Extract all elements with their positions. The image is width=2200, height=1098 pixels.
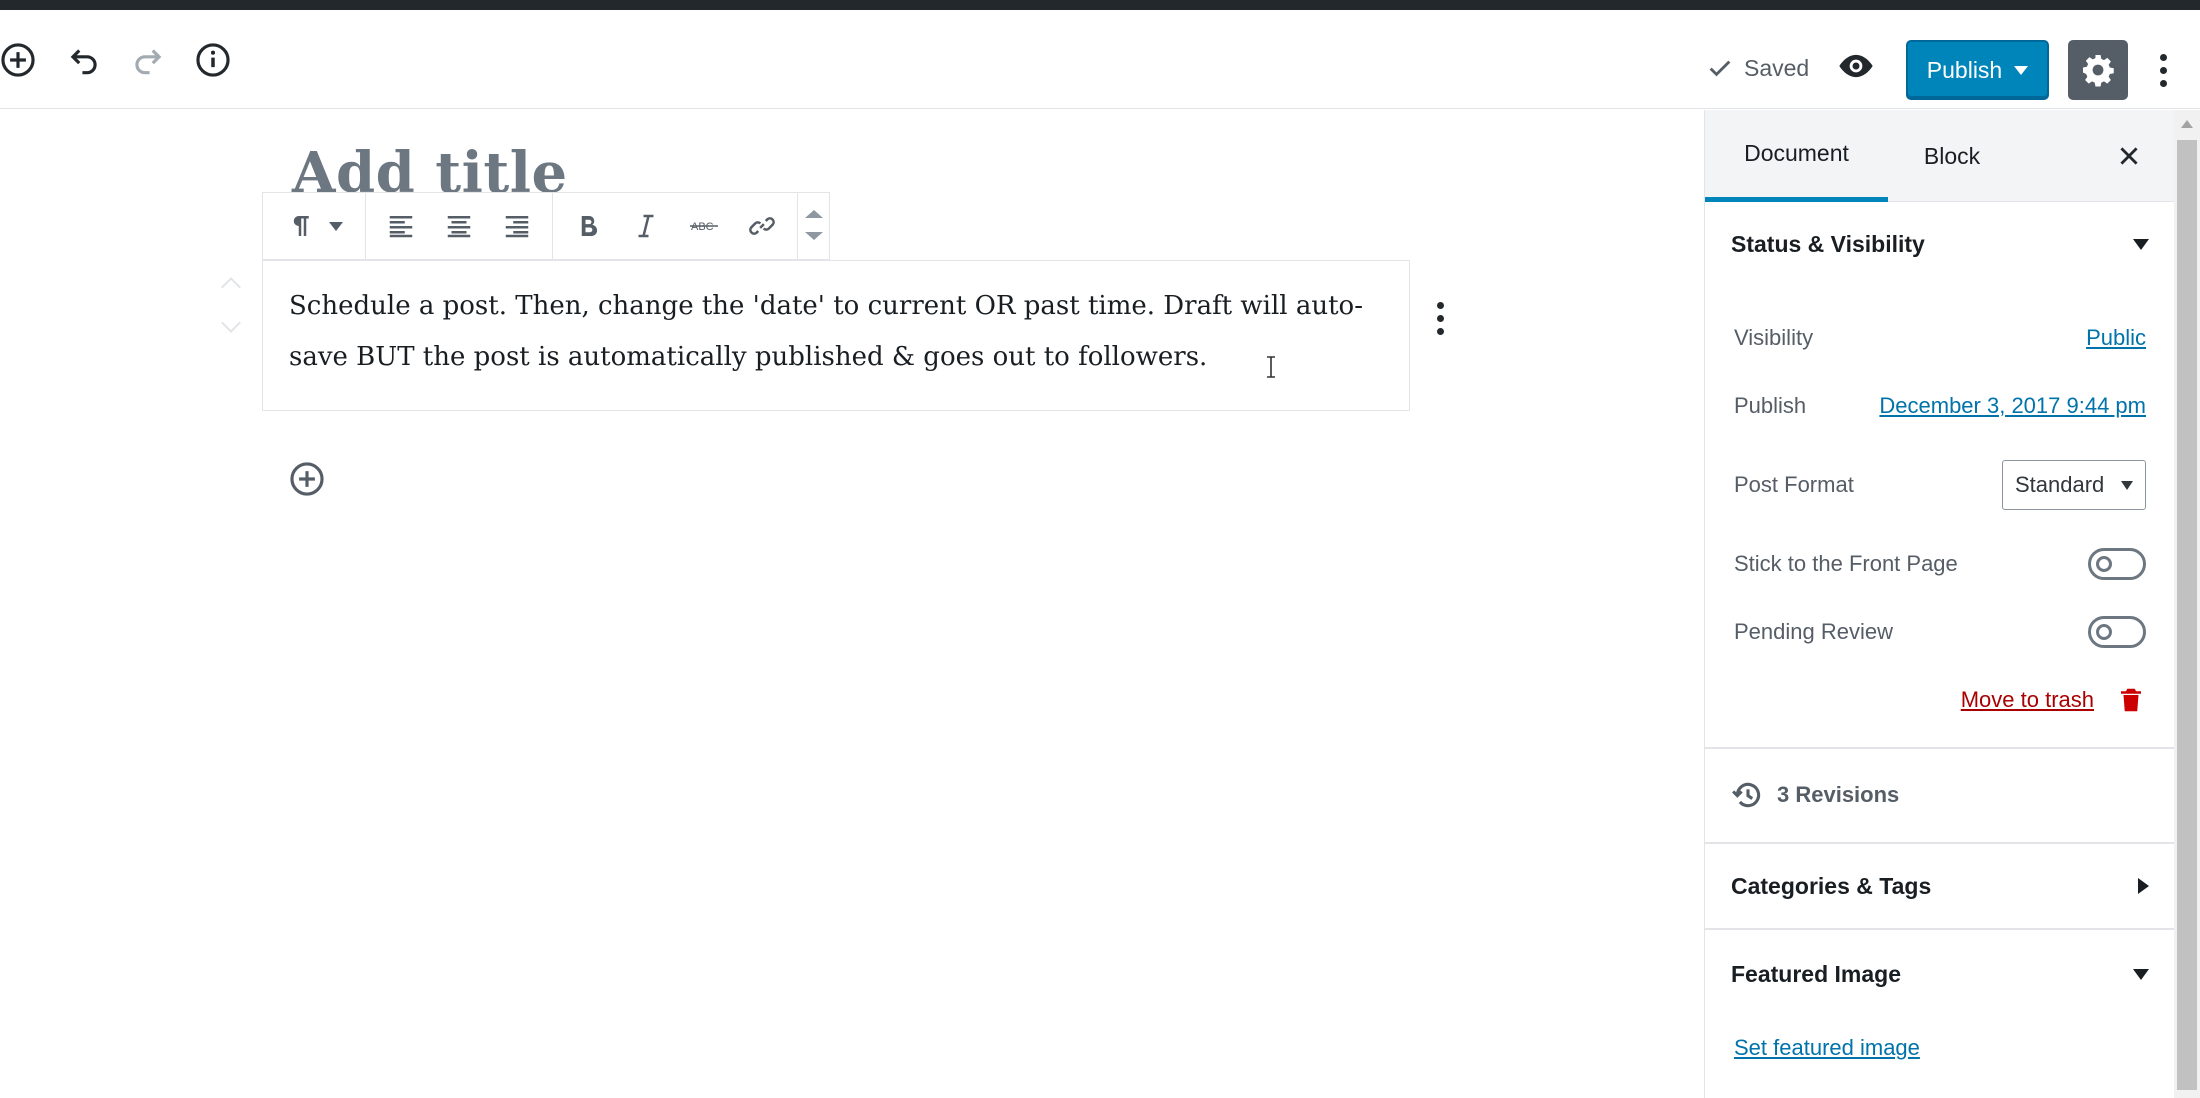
- post-format-label: Post Format: [1734, 472, 1854, 497]
- panel-title: Categories & Tags: [1731, 872, 1932, 899]
- stick-front-row: Stick to the Front Page: [1734, 540, 2146, 588]
- divider: [1705, 928, 2175, 930]
- divider: [1705, 747, 2175, 749]
- publish-date-row: Publish December 3, 2017 9:44 pm: [1734, 382, 2146, 430]
- check-icon: [1709, 60, 1731, 77]
- pending-review-toggle[interactable]: [2088, 616, 2146, 648]
- stick-front-label: Stick to the Front Page: [1734, 551, 1958, 576]
- add-block-icon[interactable]: [0, 36, 42, 84]
- move-up-icon[interactable]: [804, 210, 823, 218]
- triangle-down-icon: [2133, 968, 2149, 980]
- history-icon: [1732, 782, 1761, 808]
- publish-label: Publish: [1734, 393, 1807, 418]
- paragraph-block[interactable]: Schedule a post. Then, change the 'date'…: [262, 260, 1410, 411]
- chevron-up-icon[interactable]: [221, 277, 241, 297]
- block-type-switcher[interactable]: [269, 197, 359, 255]
- align-center-button[interactable]: [430, 197, 488, 255]
- close-icon: [2120, 147, 2138, 165]
- post-format-row: Post Format Standard: [1734, 460, 2146, 510]
- sidebar-tabs: Document Block: [1705, 110, 2175, 202]
- gear-icon: [2083, 55, 2114, 87]
- publish-date-link[interactable]: December 3, 2017 9:44 pm: [1879, 393, 2146, 419]
- categories-tags-panel-toggle[interactable]: Categories & Tags: [1705, 844, 2175, 928]
- paragraph-icon: [293, 216, 309, 236]
- set-featured-image-link[interactable]: Set featured image: [1734, 1035, 1920, 1061]
- block-toolbar: ABC: [262, 192, 830, 260]
- post-format-select[interactable]: Standard: [2002, 460, 2146, 510]
- link-button[interactable]: [733, 197, 791, 255]
- italic-button[interactable]: [617, 197, 675, 255]
- revisions-label: 3 Revisions: [1777, 782, 1900, 807]
- caret-down-icon: [2014, 65, 2029, 75]
- panel-title: Featured Image: [1731, 960, 1901, 987]
- info-icon[interactable]: [189, 36, 237, 84]
- align-center-icon: [447, 216, 471, 238]
- block-mover: [798, 193, 829, 257]
- editor-header: Saved Publish: [0, 10, 2200, 109]
- eye-icon: [1839, 54, 1873, 78]
- preview-button[interactable]: [1828, 38, 1884, 94]
- bold-button[interactable]: [559, 197, 617, 255]
- bold-icon: [581, 216, 598, 237]
- align-left-button[interactable]: [372, 197, 430, 255]
- redo-icon[interactable]: [124, 36, 172, 84]
- saved-label: Saved: [1744, 54, 1810, 81]
- add-block-inline-icon[interactable]: [288, 460, 326, 498]
- align-right-icon: [505, 216, 529, 238]
- side-block-mover: [218, 277, 244, 340]
- undo-icon[interactable]: [60, 36, 108, 84]
- strikethrough-button[interactable]: ABC: [675, 197, 733, 255]
- pending-review-row: Pending Review: [1734, 608, 2146, 656]
- sidebar-scrollbar[interactable]: [2174, 110, 2200, 1098]
- close-sidebar-button[interactable]: [2109, 136, 2149, 176]
- panel-title: Status & Visibility: [1731, 230, 1925, 257]
- stick-front-toggle[interactable]: [2088, 548, 2146, 580]
- align-left-icon: [389, 216, 413, 238]
- pending-review-label: Pending Review: [1734, 619, 1893, 644]
- italic-icon: [638, 214, 654, 238]
- link-icon: [749, 217, 775, 235]
- visibility-row: Visibility Public: [1734, 314, 2146, 362]
- caret-down-icon: [2121, 480, 2133, 490]
- admin-bar: [0, 0, 2200, 10]
- block-more-options-icon[interactable]: [1428, 292, 1452, 344]
- revisions-link[interactable]: 3 Revisions: [1731, 771, 1899, 819]
- align-right-button[interactable]: [488, 197, 546, 255]
- move-down-icon[interactable]: [804, 232, 823, 240]
- chevron-down-icon[interactable]: [221, 313, 241, 333]
- visibility-link[interactable]: Public: [2086, 325, 2146, 351]
- post-format-value: Standard: [2015, 472, 2105, 497]
- publish-button[interactable]: Publish: [1906, 40, 2049, 100]
- scrollbar-thumb[interactable]: [2177, 140, 2197, 1090]
- text-cursor-icon: [1267, 356, 1275, 378]
- status-visibility-panel-toggle[interactable]: Status & Visibility: [1705, 202, 2175, 286]
- triangle-down-icon: [2133, 238, 2149, 250]
- triangle-right-icon: [2138, 878, 2149, 894]
- visibility-label: Visibility: [1734, 325, 1814, 350]
- tab-document[interactable]: Document: [1705, 110, 1888, 202]
- trash-icon[interactable]: [2116, 685, 2146, 715]
- featured-image-panel-toggle[interactable]: Featured Image: [1705, 932, 2175, 1016]
- trash-row: Move to trash: [1734, 676, 2146, 724]
- scroll-up-icon[interactable]: [2181, 120, 2193, 128]
- strikethrough-icon: ABC: [690, 221, 718, 233]
- publish-label: Publish: [1926, 56, 2003, 83]
- saved-status: Saved: [1706, 48, 1809, 88]
- caret-down-icon: [329, 221, 343, 231]
- svg-text:ABC: ABC: [691, 221, 714, 233]
- tab-block[interactable]: Block: [1888, 110, 2016, 202]
- move-to-trash-link[interactable]: Move to trash: [1961, 687, 2094, 713]
- settings-button[interactable]: [2068, 40, 2128, 100]
- more-menu-icon[interactable]: [2146, 40, 2180, 100]
- settings-sidebar: Document Block Status & Visibility Visib…: [1704, 110, 2175, 1098]
- editor-canvas: [0, 110, 1704, 1098]
